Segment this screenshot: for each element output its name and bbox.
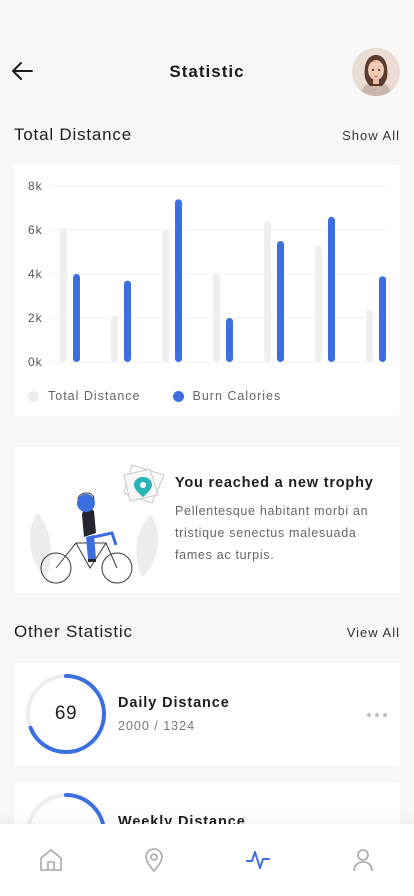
more-options-icon[interactable] xyxy=(367,705,387,725)
bar-total-distance xyxy=(213,274,220,362)
bar-burn-calories xyxy=(277,241,284,362)
legend-dot-burn-calories xyxy=(172,390,184,402)
legend-item-burn-calories: Burn Calories xyxy=(172,389,282,403)
y-tick-label: 6k xyxy=(28,223,43,237)
bar-total-distance xyxy=(366,309,373,362)
other-statistic-header: Other Statistic View All xyxy=(14,622,400,646)
bar-total-distance xyxy=(111,315,118,362)
avatar[interactable] xyxy=(352,48,400,96)
legend-dot-total-distance xyxy=(28,390,39,402)
bar-total-distance xyxy=(315,245,322,362)
legend-label-total-distance: Total Distance xyxy=(48,389,141,403)
trophy-description: Pellentesque habitant morbi an tristique… xyxy=(175,504,369,562)
stat-name: Daily Distance xyxy=(118,695,230,711)
y-tick-label: 8k xyxy=(28,179,43,193)
trophy-card[interactable]: You reached a new trophy Pellentesque ha… xyxy=(14,447,400,593)
y-tick-label: 4k xyxy=(28,267,43,281)
total-distance-header: Total Distance Show All xyxy=(14,125,400,149)
y-tick-label: 2k xyxy=(28,311,43,325)
progress-value: 69 xyxy=(54,703,78,724)
bottom-nav xyxy=(0,824,414,896)
header: Statistic xyxy=(0,46,414,98)
section-title-total-distance: Total Distance xyxy=(14,125,132,144)
chart-card: 8k 6k 4k 2k 0k Total Distance Burn Calories xyxy=(14,165,400,416)
legend-item-total-distance: Total Distance xyxy=(28,389,141,403)
section-title-other-statistic: Other Statistic xyxy=(14,622,133,641)
location-pin-icon[interactable] xyxy=(140,846,168,874)
distance-chart: 8k 6k 4k 2k 0k xyxy=(28,179,386,369)
cyclist-illustration xyxy=(24,455,165,585)
show-all-link[interactable]: Show All xyxy=(342,128,400,143)
view-all-link[interactable]: View All xyxy=(347,625,400,640)
home-icon[interactable] xyxy=(37,846,65,874)
stat-card-daily-distance[interactable]: 69 Daily Distance 2000 / 1324 xyxy=(14,663,400,766)
y-tick-label: 0k xyxy=(28,355,43,369)
activity-icon[interactable] xyxy=(244,846,272,874)
legend-label-burn-calories: Burn Calories xyxy=(192,389,282,403)
bar-burn-calories xyxy=(73,274,80,362)
bar-burn-calories xyxy=(328,216,335,362)
trophy-title: You reached a new trophy xyxy=(175,475,374,491)
bar-total-distance xyxy=(162,230,169,362)
profile-icon[interactable] xyxy=(349,846,377,874)
bar-burn-calories xyxy=(379,276,386,362)
stat-progress-text: 2000 / 1324 xyxy=(118,719,196,733)
bar-burn-calories xyxy=(124,280,131,362)
chart-legend: Total Distance Burn Calories xyxy=(28,389,313,403)
bar-burn-calories xyxy=(226,318,233,362)
bar-burn-calories xyxy=(175,199,182,362)
bar-total-distance xyxy=(264,221,271,362)
bar-total-distance xyxy=(60,227,67,362)
